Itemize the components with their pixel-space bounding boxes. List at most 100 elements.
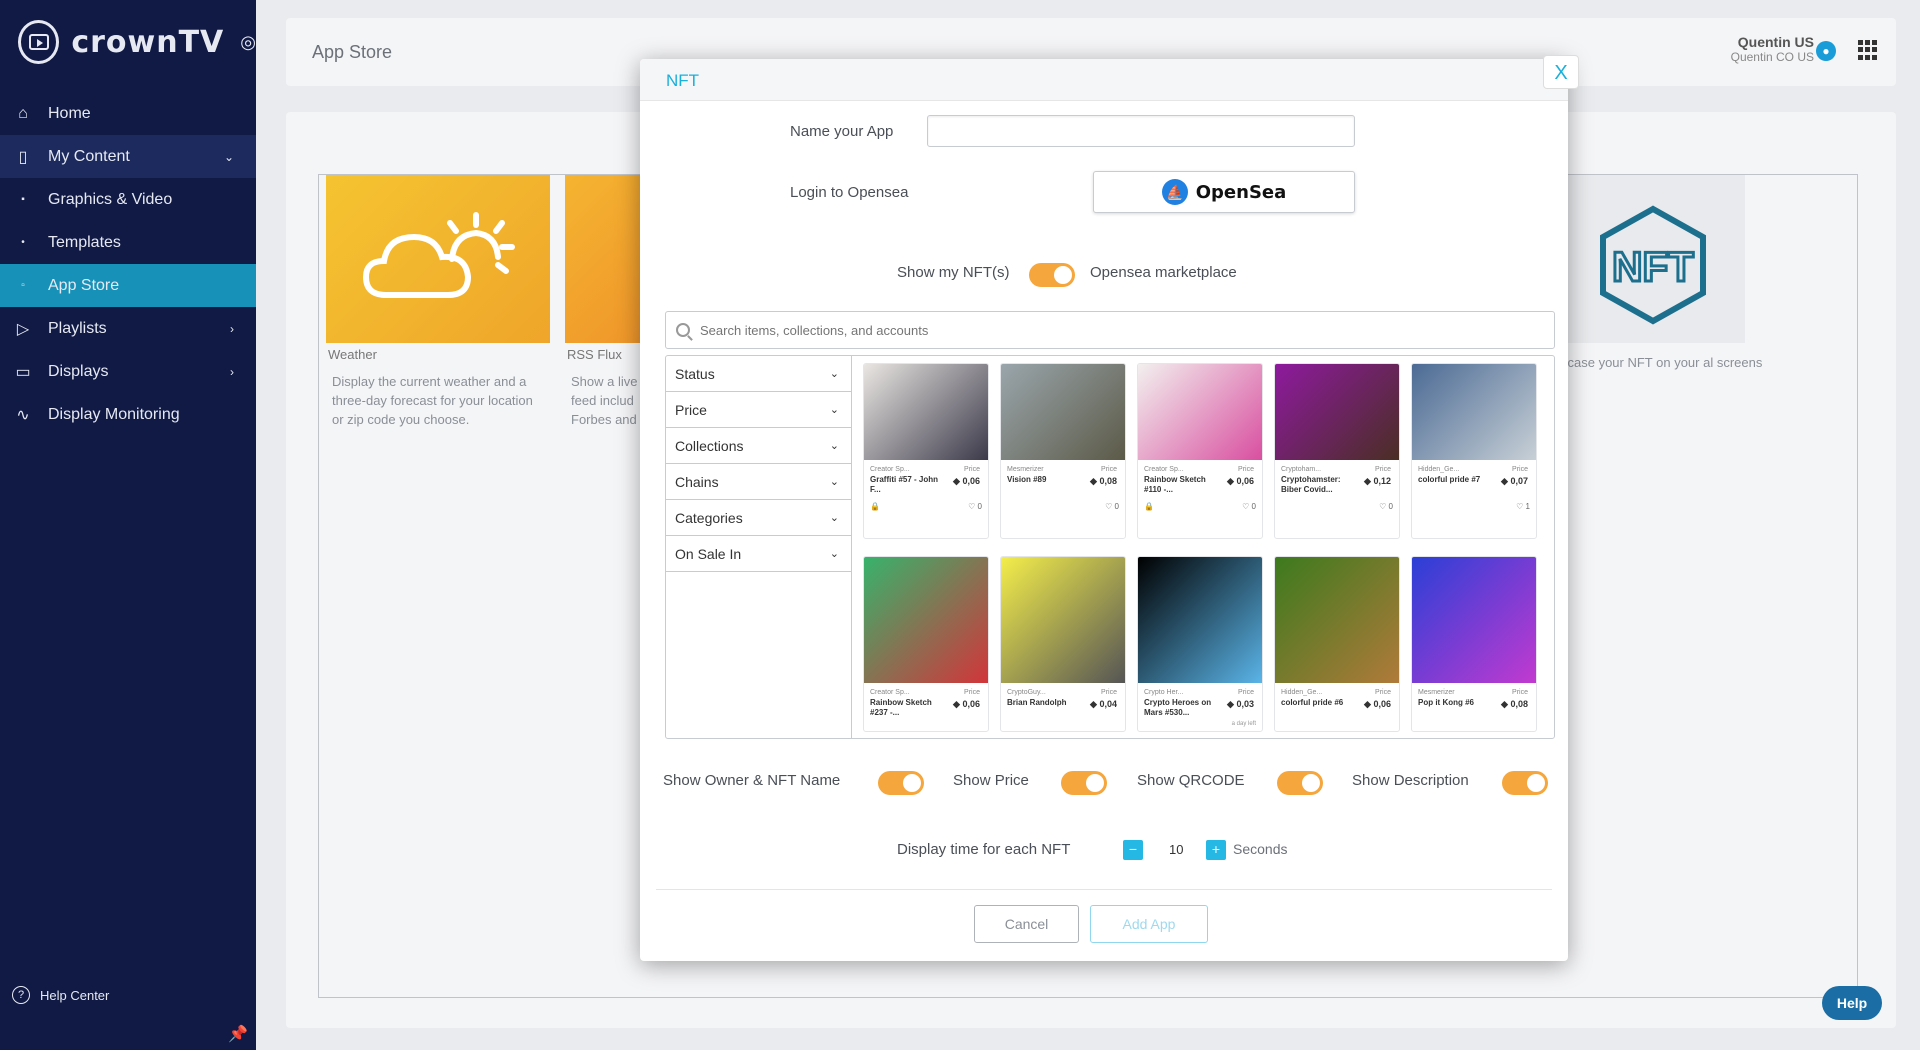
filter-price[interactable]: Price ⌄ bbox=[666, 392, 851, 428]
nft-card[interactable]: Mesmerizer Vision #89 Price ◆ 0,08 ♡ 0 bbox=[1000, 363, 1126, 539]
sidebar-item-displays[interactable]: ▭ Displays › bbox=[0, 350, 256, 393]
nft-image bbox=[864, 557, 988, 683]
app-card-weather[interactable]: Weather Display the current weather and … bbox=[326, 175, 550, 429]
nft-meta: Hidden_Ge... colorful pride #7 Price ◆ 0,07… bbox=[1412, 460, 1536, 520]
nft-browser: Status ⌄ Price ⌄ Collections ⌄ Chains ⌄ Categori… bbox=[665, 355, 1555, 739]
source-toggle[interactable] bbox=[1029, 263, 1075, 287]
nft-card[interactable]: Cryptoham... Cryptohamster: Biber Covid..… bbox=[1274, 363, 1400, 539]
nft-price-value: 0,06 bbox=[1236, 476, 1254, 486]
cancel-button[interactable]: Cancel bbox=[974, 905, 1079, 943]
show-qrcode-toggle[interactable] bbox=[1277, 771, 1323, 795]
nft-price-label: Price bbox=[1238, 466, 1254, 473]
filter-chains[interactable]: Chains ⌄ bbox=[666, 464, 851, 500]
show-qrcode-label: Show QRCODE bbox=[1137, 772, 1245, 789]
tv-icon: ▭ bbox=[15, 363, 31, 381]
nft-meta: Creator Sp... Rainbow Sketch #237 -... Pri… bbox=[864, 683, 988, 731]
nft-price: ◆ 0,07 bbox=[1501, 476, 1528, 487]
show-description-toggle[interactable] bbox=[1502, 771, 1548, 795]
filter-label: Chains bbox=[675, 473, 719, 490]
filter-on-sale-in[interactable]: On Sale In ⌄ bbox=[666, 536, 851, 572]
dot-icon: • bbox=[21, 237, 25, 248]
nft-likes[interactable]: ♡ 0 bbox=[1105, 502, 1119, 516]
app-card-rss[interactable]: RSS Flux Show a live feed includ Forbes … bbox=[565, 175, 641, 429]
app-name-input[interactable] bbox=[927, 115, 1355, 147]
increment-button[interactable]: + bbox=[1206, 840, 1226, 860]
sidebar-item-label: Display Monitoring bbox=[48, 405, 180, 423]
sidebar-item-templates[interactable]: • Templates bbox=[0, 221, 256, 264]
user-avatar-icon[interactable]: ● bbox=[1816, 41, 1836, 61]
user-info[interactable]: Quentin US Quentin CO US bbox=[1731, 34, 1814, 64]
login-opensea-label: Login to Opensea bbox=[790, 184, 909, 201]
nft-likes-count: 1 bbox=[1525, 502, 1530, 511]
nft-card[interactable]: Creator Sp... Graffiti #57 - John F... Pri… bbox=[863, 363, 989, 539]
show-price-toggle[interactable] bbox=[1061, 771, 1107, 795]
app-card-nft[interactable]: NFT vcase your NFT on your al screens bbox=[1561, 175, 1775, 372]
nft-likes-count: 0 bbox=[1251, 502, 1256, 511]
opensea-boat-icon: ⛵ bbox=[1161, 179, 1188, 205]
heart-icon: ♡ bbox=[968, 502, 978, 511]
page-title: App Store bbox=[312, 42, 393, 62]
filter-status[interactable]: Status ⌄ bbox=[666, 356, 851, 392]
nft-card[interactable]: Hidden_Ge... colorful pride #7 Price ◆ 0,07… bbox=[1411, 363, 1537, 539]
help-center-link[interactable]: ? Help Center bbox=[12, 986, 109, 1004]
opensea-login-button[interactable]: ⛵ OpenSea bbox=[1093, 171, 1355, 213]
nft-meta: Mesmerizer Vision #89 Price ◆ 0,08 ♡ 0 bbox=[1001, 460, 1125, 520]
nft-card[interactable]: Creator Sp... Rainbow Sketch #237 -... Pri… bbox=[863, 556, 989, 732]
sidebar-item-label: Home bbox=[48, 104, 91, 122]
name-app-label: Name your App bbox=[790, 123, 894, 140]
brand[interactable]: crownTV ◎ bbox=[0, 0, 256, 84]
nft-meta: CryptoGuy... Brian Randolph Price ◆ 0,04 bbox=[1001, 683, 1125, 731]
app-description: Display the current weather and a three-… bbox=[332, 374, 533, 427]
sidebar-item-playlists[interactable]: ▷ Playlists › bbox=[0, 307, 256, 350]
dot-icon: ▪ bbox=[21, 194, 25, 205]
sidebar-item-label: Templates bbox=[48, 233, 121, 251]
help-button[interactable]: Help bbox=[1822, 986, 1882, 1020]
filter-collections[interactable]: Collections ⌄ bbox=[666, 428, 851, 464]
nft-search-bar[interactable] bbox=[665, 311, 1555, 349]
user-name: Quentin US bbox=[1737, 34, 1814, 50]
nft-card[interactable]: Mesmerizer Pop it Kong #6 Price ◆ 0,08 bbox=[1411, 556, 1537, 732]
sidebar-item-graphics-video[interactable]: ▪ Graphics & Video bbox=[0, 178, 256, 221]
nft-likes[interactable]: ♡ 1 bbox=[1516, 502, 1530, 516]
nft-price-label: Price bbox=[1238, 689, 1254, 696]
close-button[interactable]: X bbox=[1543, 55, 1579, 89]
nft-likes[interactable]: ♡ 0 bbox=[968, 502, 982, 516]
nft-name: colorful pride #6 bbox=[1281, 698, 1344, 707]
show-owner-name-toggle[interactable] bbox=[878, 771, 924, 795]
nft-card[interactable]: CryptoGuy... Brian Randolph Price ◆ 0,04 bbox=[1000, 556, 1126, 732]
nft-price: ◆ 0,03 bbox=[1227, 699, 1254, 710]
sidebar-item-app-store[interactable]: ▫ App Store bbox=[0, 264, 256, 307]
add-app-button[interactable]: Add App bbox=[1090, 905, 1208, 943]
nft-likes[interactable]: ♡ 0 bbox=[1379, 502, 1393, 516]
nft-price: ◆ 0,04 bbox=[1090, 699, 1117, 710]
nft-card[interactable]: Crypto Her... Crypto Heroes on Mars #530.… bbox=[1137, 556, 1263, 732]
brand-name: crownTV bbox=[71, 24, 225, 60]
nft-card[interactable]: Hidden_Ge... colorful pride #6 Price ◆ 0,06 bbox=[1274, 556, 1400, 732]
apps-grid-icon[interactable] bbox=[1858, 40, 1878, 60]
nft-likes-count: 0 bbox=[977, 502, 982, 511]
chevron-down-icon: ⌄ bbox=[829, 512, 839, 524]
pulse-icon: ∿ bbox=[16, 406, 30, 424]
heart-icon: ♡ bbox=[1516, 502, 1526, 511]
sidebar-item-display-monitoring[interactable]: ∿ Display Monitoring bbox=[0, 393, 256, 436]
pin-icon[interactable]: 📌 bbox=[228, 1024, 248, 1044]
nft-likes[interactable]: ♡ 0 bbox=[1242, 502, 1256, 516]
nft-price: ◆ 0,12 bbox=[1364, 476, 1391, 487]
filter-categories[interactable]: Categories ⌄ bbox=[666, 500, 851, 536]
user-org: Quentin CO US bbox=[1730, 50, 1814, 64]
sidebar-item-my-content[interactable]: ▯ My Content ⌄ bbox=[0, 135, 256, 178]
nft-image bbox=[1275, 557, 1399, 683]
nft-price-value: 0,12 bbox=[1373, 476, 1391, 486]
nft-search-input[interactable] bbox=[700, 322, 1520, 338]
nft-card[interactable]: Creator Sp... Rainbow Sketch #110 -... Pri… bbox=[1137, 363, 1263, 539]
nft-price-label: Price bbox=[1512, 466, 1528, 473]
modal-header bbox=[640, 59, 1568, 101]
sidebar-item-home[interactable]: ⌂ Home bbox=[0, 92, 256, 135]
display-time-value[interactable]: 10 bbox=[1169, 842, 1183, 857]
chevron-down-icon: ⌄ bbox=[829, 404, 839, 416]
decrement-button[interactable]: − bbox=[1123, 840, 1143, 860]
show-description-label: Show Description bbox=[1352, 772, 1469, 789]
nft-name: Pop it Kong #6 bbox=[1418, 698, 1474, 707]
nft-hexagon-icon: NFT bbox=[1600, 205, 1706, 325]
show-owner-name-label: Show Owner & NFT Name bbox=[663, 772, 841, 789]
